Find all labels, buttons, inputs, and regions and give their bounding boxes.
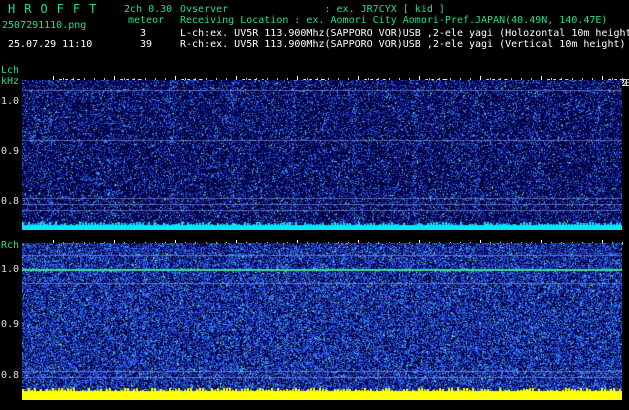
lch-unit-label: kHz [1,76,20,87]
location-line: Receiving Location : ex. Aomori City Aom… [180,15,608,26]
app-title-letters: HROFFT [8,2,106,16]
lch-channel-label: Lch [1,65,20,76]
rch-info-line: R-ch:ex. UV5R 113.900Mhz(SAPPORO VOR)USB… [180,39,626,50]
rch-spectrogram[interactable] [22,243,622,400]
minor-tick [622,78,624,81]
lch-spectrogram[interactable] [22,80,622,230]
lch-freq-tick-1-0: 1.0 [1,96,20,107]
rch-meteor-count: 39 [140,39,153,50]
timestamp-label: 25.07.29 11:10 [8,39,93,50]
rch-freq-tick-0-9: 0.9 [1,319,20,330]
app-version: 2ch 0.30 [124,4,173,15]
lch-freq-tick-0-8: 0.8 [1,196,20,207]
meteor-label: meteor [128,15,165,26]
observer-line: Ovserver : ex. JR7CYX [ kid ] [180,4,445,15]
lch-info-line: L-ch:ex. UV5R 113.900Mhz(SAPPORO VOR)USB… [180,28,629,39]
minor-tick [622,242,624,245]
rch-freq-tick-0-8: 0.8 [1,370,20,381]
lch-meteor-count: 3 [140,28,147,39]
rch-channel-label: Rch [1,240,20,251]
filename-label: 2507291110.png [2,20,87,31]
lch-freq-tick-0-9: 0.9 [1,146,20,157]
rch-freq-tick-1-0: 1.0 [1,264,20,275]
